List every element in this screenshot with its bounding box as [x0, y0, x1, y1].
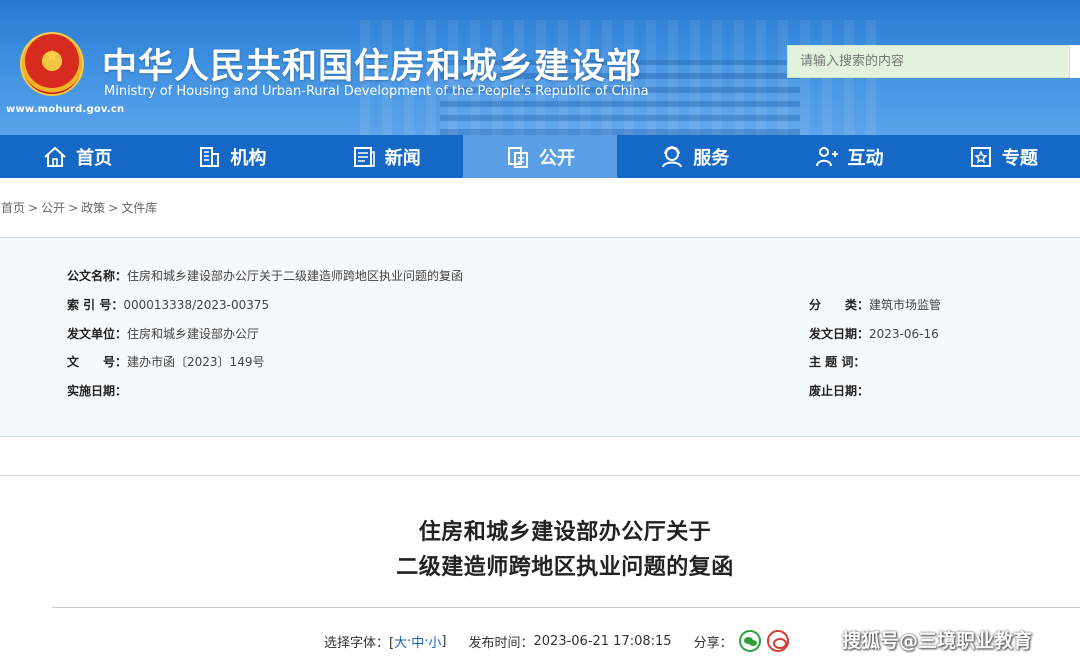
meta-issuer: 发文单位：住房和城乡建设部办公厅	[67, 325, 259, 342]
nav-item-news[interactable]: 新闻	[309, 135, 463, 178]
home-icon	[42, 144, 68, 170]
site-title-cn[interactable]: 中华人民共和国住房和城乡建设部	[102, 38, 642, 89]
title-divider	[52, 607, 1080, 608]
meta-index: 索 引 号：000013338/2023-00375	[67, 296, 269, 313]
nav-label-organization: 机构	[230, 147, 267, 169]
meta-category: 分 类：建筑市场监管	[809, 296, 941, 313]
building-icon	[196, 144, 222, 170]
national-emblem-icon[interactable]: ★	[20, 32, 84, 96]
interaction-icon	[814, 144, 840, 170]
document-info-line: 选择字体：[ 大 · 中 · 小 ] 发布时间： 2023-06-21 17:0…	[324, 630, 789, 652]
meta-index-key: 索 引 号：	[67, 298, 124, 312]
meta-category-key: 分 类：	[809, 298, 870, 312]
nav-item-topic[interactable]: 专题	[926, 135, 1080, 178]
breadcrumb-public[interactable]: 公开	[41, 201, 65, 215]
public-icon	[505, 144, 531, 170]
nav-item-interaction[interactable]: 互动	[771, 135, 925, 178]
nav-item-public[interactable]: 公开	[462, 135, 618, 178]
meta-doc-name-key: 公文名称：	[67, 269, 128, 283]
sohu-watermark: 搜狐号@三境职业教育	[842, 630, 1033, 652]
meta-category-value: 建筑市场监管	[869, 298, 942, 312]
breadcrumb-home[interactable]: 首页	[1, 201, 25, 215]
meta-keywords-key: 主 题 词：	[809, 355, 866, 369]
nav-label-interaction: 互动	[847, 147, 884, 169]
news-icon	[351, 144, 377, 170]
search-input[interactable]	[788, 46, 1069, 77]
meta-effective: 实施日期：	[67, 382, 127, 399]
meta-expire-key: 废止日期：	[809, 384, 870, 398]
meta-issuer-key: 发文单位：	[67, 327, 128, 341]
weibo-share-icon[interactable]	[766, 630, 789, 652]
publish-time-label: 发布时间：	[468, 635, 534, 651]
nav-label-topic: 专题	[1001, 147, 1038, 169]
breadcrumb: 首页 > 公开 > 政策 > 文件库	[1, 201, 158, 215]
meta-issue-date-key: 发文日期：	[809, 327, 870, 341]
share-label: 分享：	[693, 635, 733, 651]
publish-time-value: 2023-06-21 17:08:15	[533, 633, 672, 649]
meta-doc-no: 文 号：建办市函〔2023〕149号	[67, 353, 264, 370]
nav-label-home: 首页	[76, 147, 113, 169]
nav-item-organization[interactable]: 机构	[154, 135, 308, 178]
font-size-medium-link[interactable]: 中	[411, 632, 424, 651]
breadcrumb-policy[interactable]: 政策	[81, 201, 105, 215]
meta-expire: 废止日期：	[809, 382, 869, 399]
font-size-large-link[interactable]: 大	[394, 632, 407, 651]
breadcrumb-library[interactable]: 文件库	[121, 201, 157, 215]
nav-label-service: 服务	[693, 147, 730, 169]
nav-label-news: 新闻	[384, 147, 421, 169]
search-box[interactable]	[787, 45, 1070, 78]
meta-doc-name: 公文名称：住房和城乡建设部办公厅关于二级建造师跨地区执业问题的复函	[67, 267, 463, 284]
font-size-close: ]	[441, 633, 447, 649]
nav-item-service[interactable]: 服务	[617, 135, 771, 178]
document-meta-box: 公文名称：住房和城乡建设部办公厅关于二级建造师跨地区执业问题的复函 索 引 号：…	[0, 237, 1080, 437]
meta-issue-date: 发文日期：2023-06-16	[809, 325, 939, 342]
meta-doc-name-value: 住房和城乡建设部办公厅关于二级建造师跨地区执业问题的复函	[127, 269, 464, 283]
topic-icon	[968, 144, 994, 170]
meta-index-value: 000013338/2023-00375	[123, 298, 270, 312]
nav-label-public: 公开	[538, 147, 575, 169]
document-title-line1: 住房和城乡建设部办公厅关于	[418, 520, 712, 545]
nav-item-home[interactable]: 首页	[0, 135, 154, 178]
meta-issue-date-value: 2023-06-16	[869, 327, 939, 341]
meta-keywords: 主 题 词：	[809, 353, 865, 370]
main-nav: 首页 机构 新闻 公开 服务 互动 专题	[0, 135, 1080, 178]
site-title-en: Ministry of Housing and Urban-Rural Deve…	[104, 84, 649, 99]
meta-doc-no-key: 文 号：	[67, 355, 128, 369]
section-divider	[0, 475, 1080, 476]
site-header: ★ www.mohurd.gov.cn 中华人民共和国住房和城乡建设部 Mini…	[0, 0, 1080, 135]
wechat-share-icon[interactable]	[738, 630, 761, 652]
font-size-small-link[interactable]: 小	[428, 632, 441, 651]
font-size-label: 选择字体：[	[324, 635, 395, 651]
search-button[interactable]	[1070, 45, 1080, 78]
service-icon	[659, 144, 685, 170]
document-title-line2: 二级建造师跨地区执业问题的复函	[396, 555, 734, 580]
meta-doc-no-value: 建办市函〔2023〕149号	[127, 355, 265, 369]
meta-issuer-value: 住房和城乡建设部办公厅	[127, 327, 260, 341]
site-url: www.mohurd.gov.cn	[6, 104, 125, 115]
meta-effective-key: 实施日期：	[67, 384, 128, 398]
